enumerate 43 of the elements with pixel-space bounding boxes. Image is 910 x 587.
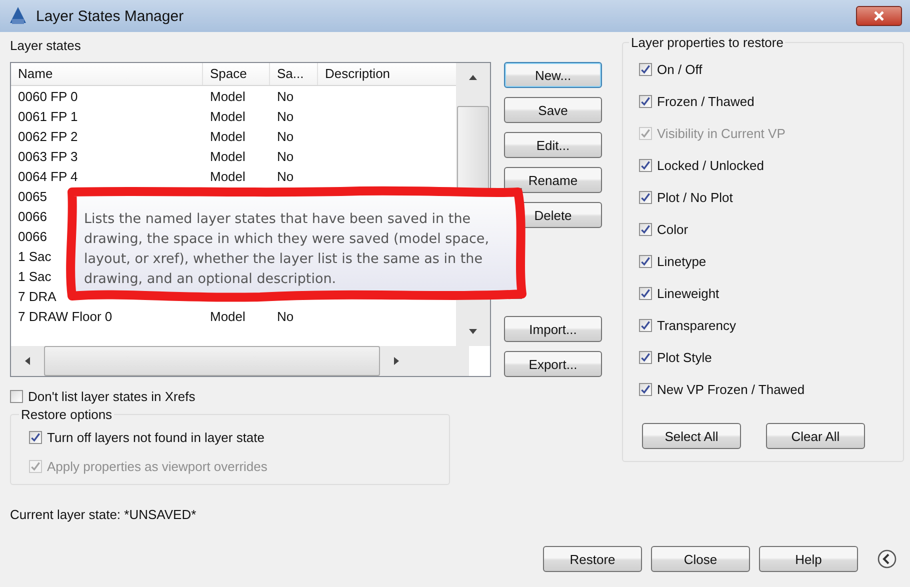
checkbox-label: Frozen / Thawed (657, 94, 754, 109)
table-cell-text: 0065 (17, 188, 47, 204)
checkbox-label: Turn off layers not found in layer state (47, 430, 265, 445)
checkbox-label: Color (657, 222, 688, 237)
table-cell-text: No (276, 148, 294, 164)
table-cell-text: No (276, 128, 294, 144)
checkbox-label: Apply properties as viewport overrides (47, 459, 268, 474)
section-label: Layer states (10, 38, 82, 53)
table-cell-text: 7 DRA (17, 288, 56, 304)
group-title: Layer properties to restore (629, 35, 786, 50)
checkbox-label: Linetype (657, 254, 706, 269)
table-cell-text: 1 Sac (17, 248, 52, 264)
table-cell-text: No (276, 168, 294, 184)
table-cell-text: Model (209, 108, 246, 124)
status-text: Current layer state: *UNSAVED* (10, 507, 198, 522)
checkbox-label: Plot Style (657, 350, 712, 365)
table-cell-text: 0060 FP 0 (17, 88, 78, 104)
table-cell-text: 0066 (17, 208, 47, 224)
table-cell-text: 0064 FP 4 (17, 168, 78, 184)
checkbox-label: On / Off (657, 62, 702, 77)
table-cell-text: 0063 FP 3 (17, 148, 78, 164)
group-title: Restore options (19, 407, 114, 422)
table-cell-text: Model (209, 168, 246, 184)
window-title: Layer States Manager (36, 8, 185, 24)
checkbox-label: Visibility in Current VP (657, 126, 786, 141)
table-cell-text: Model (209, 88, 246, 104)
table-cell-text: 0061 FP 1 (17, 108, 78, 124)
table-cell-text: Model (209, 128, 246, 144)
table-cell-text: Model (209, 308, 246, 324)
checkbox-label: Locked / Unlocked (657, 158, 764, 173)
table-cell-text: 1 Sac (17, 268, 52, 284)
checkbox-label: Lineweight (657, 286, 720, 301)
checkbox-label: Plot / No Plot (657, 190, 733, 205)
table-cell-text: No (276, 108, 294, 124)
table-cell-text: 0062 FP 2 (17, 128, 78, 144)
table-cell-text: 0066 (17, 228, 47, 244)
checkbox-label: Don't list layer states in Xrefs (28, 389, 196, 404)
table-cell-text: 7 DRAW Floor 0 (17, 308, 112, 324)
table-cell-text: Model (209, 148, 246, 164)
table-cell-text: No (276, 88, 294, 104)
table-cell-text: No (276, 308, 294, 324)
checkbox-label: New VP Frozen / Thawed (657, 382, 805, 397)
checkbox-label: Transparency (657, 318, 736, 333)
